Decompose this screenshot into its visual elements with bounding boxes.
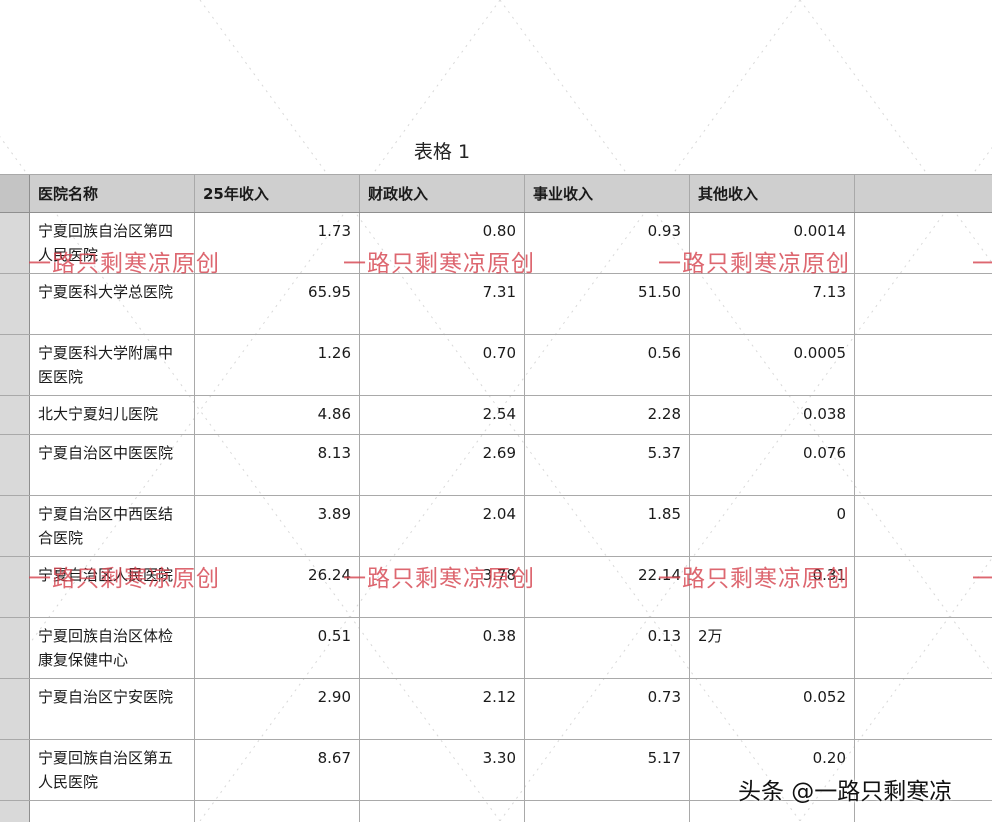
cell-business-income[interactable]: 1.85	[525, 496, 690, 556]
row-header-corner[interactable]	[0, 175, 30, 212]
table-row: 北大宁夏妇儿医院 4.86 2.54 2.28 0.038	[0, 396, 992, 435]
cell-income-25[interactable]: 8.67	[195, 740, 360, 800]
row-header[interactable]	[0, 618, 30, 678]
cell-hospital-name[interactable]: 宁夏回族自治区第四人民医院	[30, 213, 195, 273]
cell-empty[interactable]	[855, 557, 992, 617]
cell-empty[interactable]	[855, 274, 992, 334]
cell-business-income[interactable]: 2.28	[525, 396, 690, 434]
row-header[interactable]	[0, 335, 30, 395]
cell-fiscal-income[interactable]: 2.54	[360, 396, 525, 434]
row-header[interactable]	[0, 213, 30, 273]
cell-other-income[interactable]: 0.31	[690, 557, 855, 617]
row-header[interactable]	[0, 679, 30, 739]
cell-business-income[interactable]: 22.14	[525, 557, 690, 617]
cell-other-income[interactable]: 7.13	[690, 274, 855, 334]
cell-fiscal-income[interactable]: 2.69	[360, 435, 525, 495]
cell-business-income[interactable]: 5.17	[525, 740, 690, 800]
cell-hospital-name[interactable]: 宁夏自治区中西医结合医院	[30, 496, 195, 556]
row-header[interactable]	[0, 274, 30, 334]
table-row: 宁夏医科大学总医院 65.95 7.31 51.50 7.13	[0, 274, 992, 335]
row-header[interactable]	[0, 557, 30, 617]
cell-empty[interactable]	[525, 801, 690, 822]
author-credit: 头条 @一路只剩寒凉	[738, 779, 953, 805]
cell-empty[interactable]	[855, 618, 992, 678]
cell-other-income[interactable]: 0.0005	[690, 335, 855, 395]
cell-fiscal-income[interactable]: 2.12	[360, 679, 525, 739]
cell-empty[interactable]	[30, 801, 195, 822]
table-row: 宁夏自治区宁安医院 2.90 2.12 0.73 0.052	[0, 679, 992, 740]
cell-other-income[interactable]: 0.052	[690, 679, 855, 739]
cell-income-25[interactable]: 65.95	[195, 274, 360, 334]
spreadsheet-table: 医院名称 25年收入 财政收入 事业收入 其他收入 宁夏回族自治区第四人民医院 …	[0, 174, 992, 822]
cell-income-25[interactable]: 4.86	[195, 396, 360, 434]
table-row: 宁夏回族自治区第四人民医院 1.73 0.80 0.93 0.0014	[0, 213, 992, 274]
cell-business-income[interactable]: 0.56	[525, 335, 690, 395]
header-other-income[interactable]: 其他收入	[690, 175, 855, 212]
cell-hospital-name[interactable]: 宁夏自治区宁安医院	[30, 679, 195, 739]
cell-income-25[interactable]: 8.13	[195, 435, 360, 495]
cell-hospital-name[interactable]: 宁夏自治区人民医院	[30, 557, 195, 617]
row-header[interactable]	[0, 496, 30, 556]
row-header[interactable]	[0, 435, 30, 495]
cell-business-income[interactable]: 5.37	[525, 435, 690, 495]
cell-income-25[interactable]: 3.89	[195, 496, 360, 556]
cell-hospital-name[interactable]: 宁夏回族自治区体检康复保健中心	[30, 618, 195, 678]
header-fiscal-income[interactable]: 财政收入	[360, 175, 525, 212]
table-row: 宁夏自治区中医医院 8.13 2.69 5.37 0.076	[0, 435, 992, 496]
cell-other-income[interactable]: 2万	[690, 618, 855, 678]
table-header-row: 医院名称 25年收入 财政收入 事业收入 其他收入	[0, 174, 992, 213]
header-business-income[interactable]: 事业收入	[525, 175, 690, 212]
cell-empty[interactable]	[855, 396, 992, 434]
cell-business-income[interactable]: 0.93	[525, 213, 690, 273]
cell-fiscal-income[interactable]: 0.80	[360, 213, 525, 273]
cell-business-income[interactable]: 0.13	[525, 618, 690, 678]
header-hospital-name[interactable]: 医院名称	[30, 175, 195, 212]
cell-business-income[interactable]: 0.73	[525, 679, 690, 739]
header-empty-column[interactable]	[855, 175, 992, 212]
cell-empty[interactable]	[855, 679, 992, 739]
cell-fiscal-income[interactable]: 0.38	[360, 618, 525, 678]
row-header[interactable]	[0, 740, 30, 800]
cell-income-25[interactable]: 1.26	[195, 335, 360, 395]
row-header[interactable]	[0, 396, 30, 434]
cell-empty[interactable]	[855, 496, 992, 556]
cell-fiscal-income[interactable]: 7.31	[360, 274, 525, 334]
cell-hospital-name[interactable]: 宁夏医科大学总医院	[30, 274, 195, 334]
cell-fiscal-income[interactable]: 3.30	[360, 740, 525, 800]
cell-hospital-name[interactable]: 宁夏医科大学附属中医医院	[30, 335, 195, 395]
cell-empty[interactable]	[855, 435, 992, 495]
cell-fiscal-income[interactable]: 3.78	[360, 557, 525, 617]
cell-hospital-name[interactable]: 宁夏回族自治区第五人民医院	[30, 740, 195, 800]
cell-income-25[interactable]: 0.51	[195, 618, 360, 678]
header-income-25[interactable]: 25年收入	[195, 175, 360, 212]
cell-business-income[interactable]: 51.50	[525, 274, 690, 334]
cell-empty[interactable]	[360, 801, 525, 822]
table-row: 宁夏回族自治区体检康复保健中心 0.51 0.38 0.13 2万	[0, 618, 992, 679]
cell-fiscal-income[interactable]: 2.04	[360, 496, 525, 556]
table-row: 宁夏医科大学附属中医医院 1.26 0.70 0.56 0.0005	[0, 335, 992, 396]
row-header[interactable]	[0, 801, 30, 822]
cell-other-income[interactable]: 0.076	[690, 435, 855, 495]
cell-other-income[interactable]: 0	[690, 496, 855, 556]
cell-income-25[interactable]: 26.24	[195, 557, 360, 617]
table-row: 宁夏自治区中西医结合医院 3.89 2.04 1.85 0	[0, 496, 992, 557]
cell-other-income[interactable]: 0.038	[690, 396, 855, 434]
cell-hospital-name[interactable]: 北大宁夏妇儿医院	[30, 396, 195, 434]
cell-empty[interactable]	[855, 213, 992, 273]
table-title: 表格 1	[413, 141, 471, 163]
cell-income-25[interactable]: 2.90	[195, 679, 360, 739]
table-row: 宁夏自治区人民医院 26.24 3.78 22.14 0.31	[0, 557, 992, 618]
cell-empty[interactable]	[195, 801, 360, 822]
cell-fiscal-income[interactable]: 0.70	[360, 335, 525, 395]
cell-empty[interactable]	[855, 335, 992, 395]
cell-income-25[interactable]: 1.73	[195, 213, 360, 273]
cell-hospital-name[interactable]: 宁夏自治区中医医院	[30, 435, 195, 495]
cell-other-income[interactable]: 0.0014	[690, 213, 855, 273]
